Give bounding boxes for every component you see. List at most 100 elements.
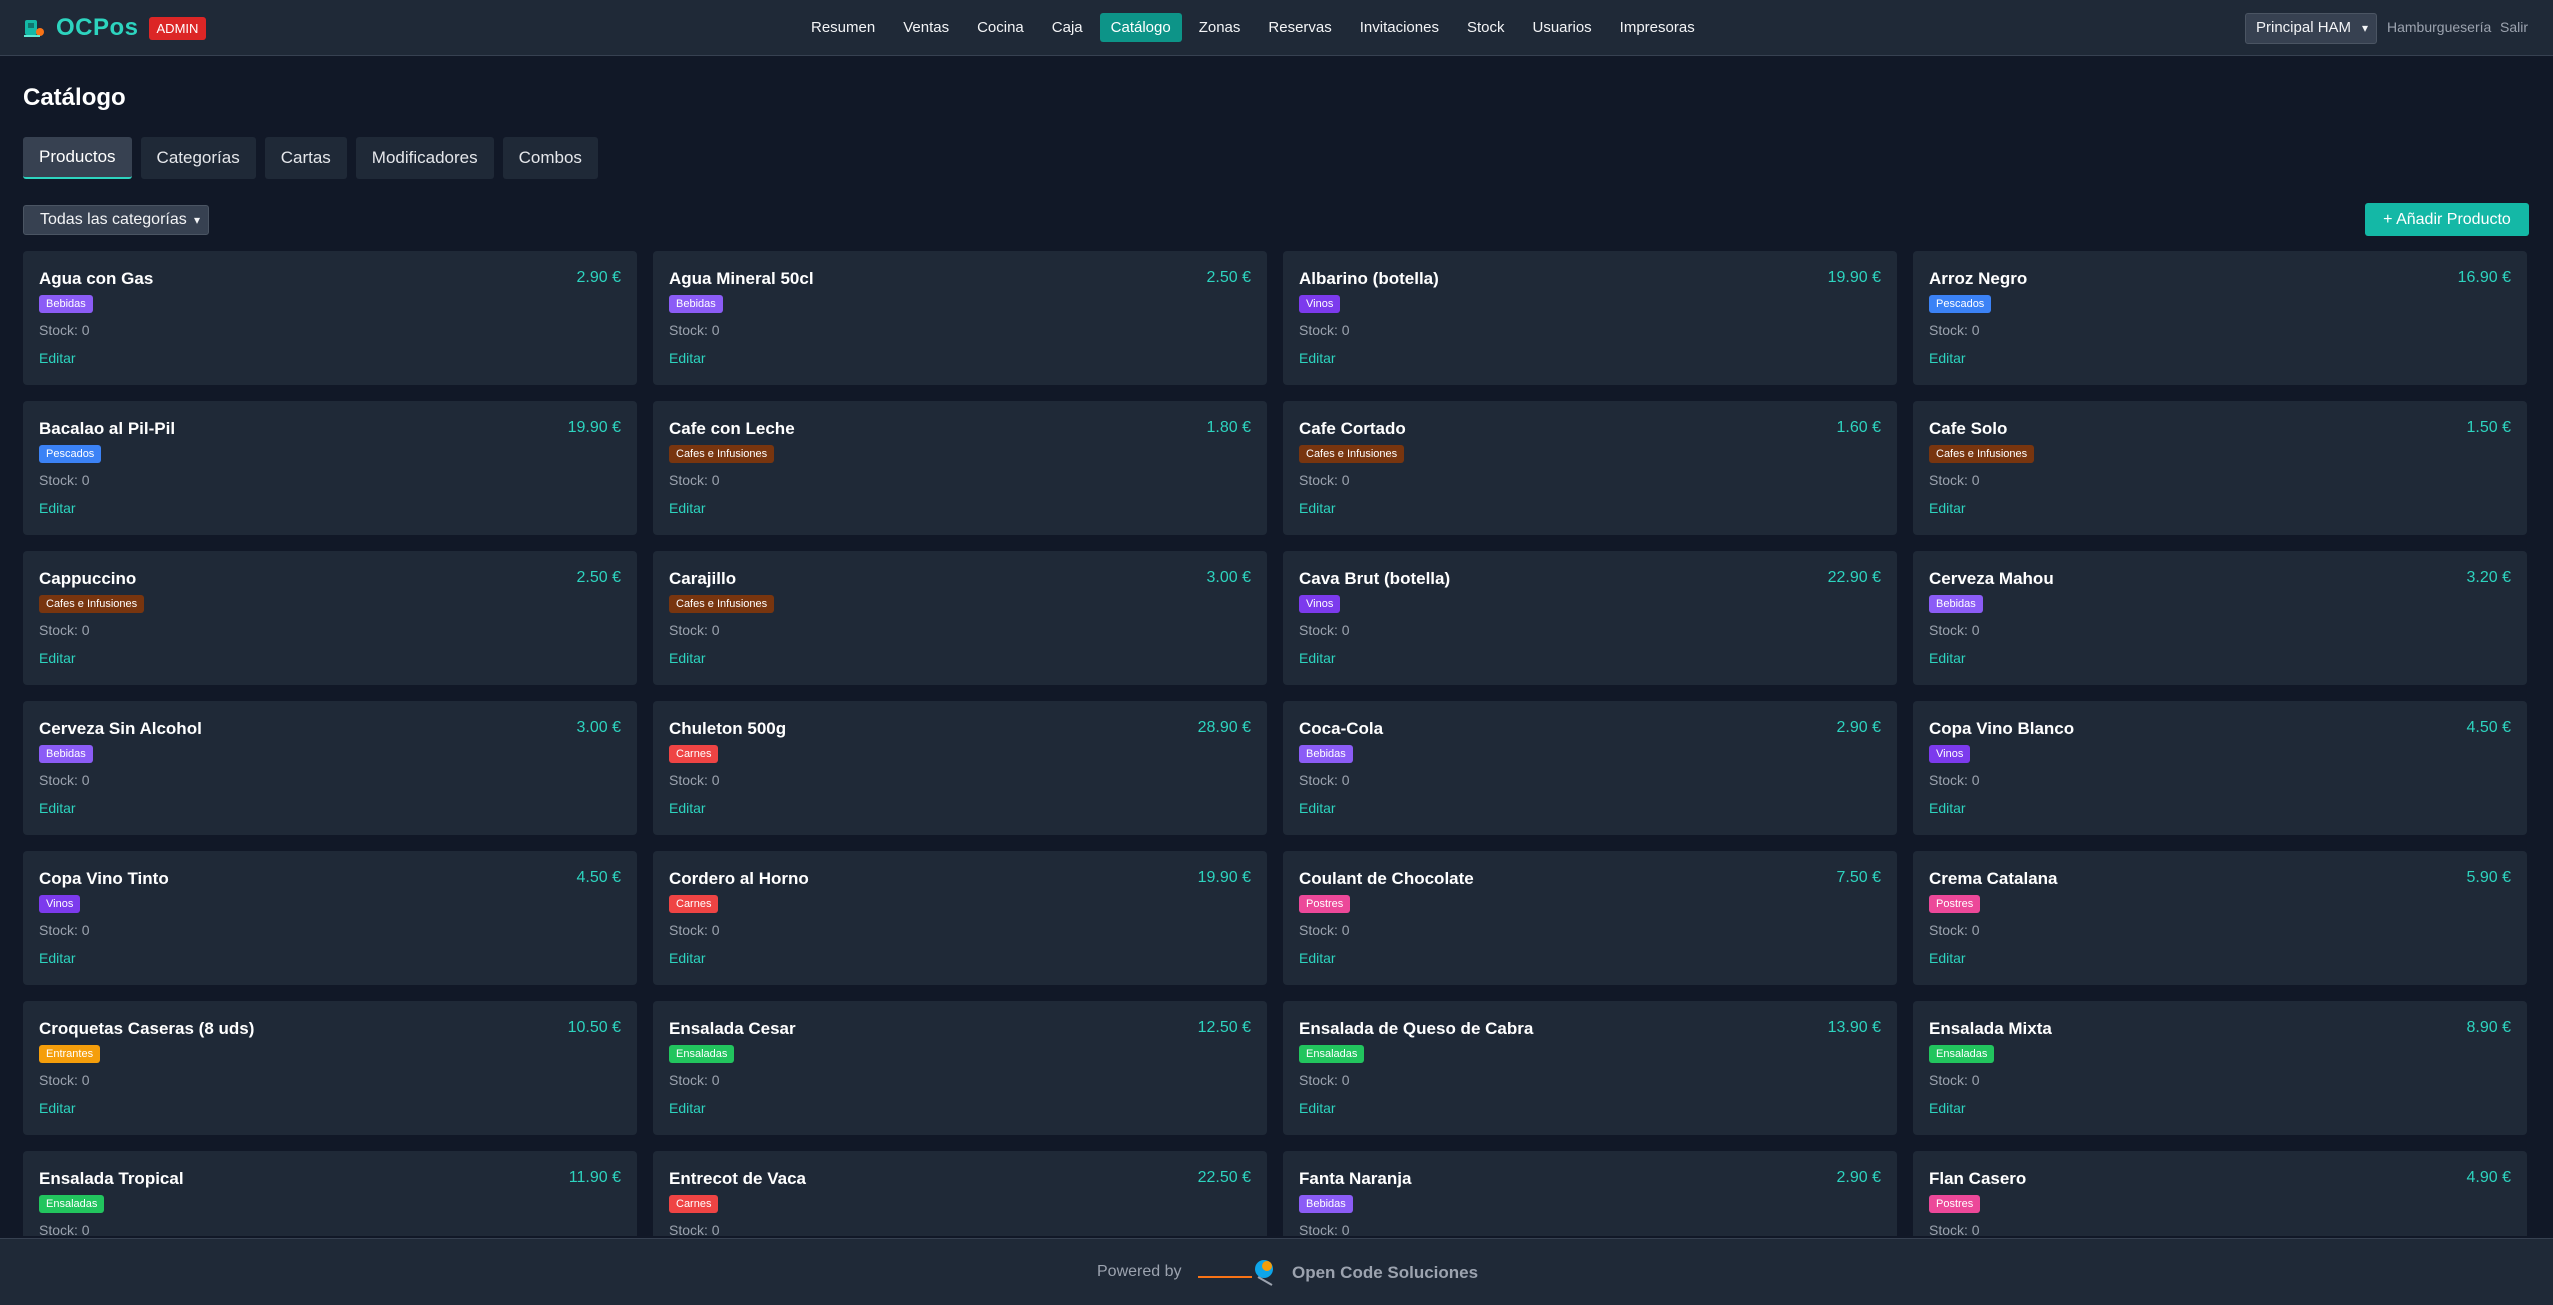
product-name: Cafe Solo: [1929, 419, 2008, 438]
tab-combos[interactable]: Combos: [502, 137, 598, 179]
product-card: Crema Catalana 5.90 € Postres Stock: 0 Edita…: [1913, 851, 2527, 985]
nav-item-reservas[interactable]: Reservas: [1257, 13, 1342, 42]
logout-link[interactable]: Salir: [2500, 19, 2528, 35]
category-badge: Postres: [1929, 895, 1981, 913]
product-card: Cafe Solo 1.50 € Cafes e Infusiones Stock: …: [1913, 401, 2527, 535]
edit-product-link[interactable]: Editar: [1929, 800, 1966, 816]
product-name: Arroz Negro: [1929, 269, 2028, 288]
edit-product-link[interactable]: Editar: [1929, 950, 1966, 966]
edit-product-link[interactable]: Editar: [669, 350, 706, 366]
product-stock: Stock: 0: [1929, 472, 1980, 488]
product-price: 28.90 €: [1197, 719, 1251, 736]
category-filter-select[interactable]: Todas las categorías ▾: [23, 205, 209, 235]
edit-product-link[interactable]: Editar: [1299, 650, 1336, 666]
edit-product-link[interactable]: Editar: [1299, 950, 1336, 966]
category-badge: Pescados: [1929, 295, 1992, 313]
product-stock: Stock: 0: [1929, 322, 1980, 338]
business-type-label: Hamburguesería: [2387, 19, 2492, 35]
product-name: Flan Casero: [1929, 1169, 2027, 1188]
edit-product-link[interactable]: Editar: [1299, 500, 1336, 516]
edit-product-link[interactable]: Editar: [39, 500, 76, 516]
nav-item-resumen[interactable]: Resumen: [800, 13, 886, 42]
edit-product-link[interactable]: Editar: [1929, 500, 1966, 516]
product-stock: Stock: 0: [39, 472, 90, 488]
edit-product-link[interactable]: Editar: [669, 800, 706, 816]
product-price: 11.90 €: [568, 1169, 621, 1186]
product-card: Copa Vino Blanco 4.50 € Vinos Stock: 0 Edita…: [1913, 701, 2527, 835]
product-price: 2.90 €: [1836, 719, 1881, 736]
edit-product-link[interactable]: Editar: [669, 650, 706, 666]
category-badge: Bebidas: [669, 295, 723, 313]
edit-product-link[interactable]: Editar: [1299, 1100, 1336, 1116]
tab-productos[interactable]: Productos: [23, 137, 132, 179]
category-badge: Ensaladas: [39, 1195, 105, 1213]
product-stock: Stock: 0: [1299, 322, 1350, 338]
product-stock: Stock: 0: [1299, 472, 1350, 488]
edit-product-link[interactable]: Editar: [1299, 350, 1336, 366]
product-stock: Stock: 0: [1299, 1072, 1350, 1088]
nav-item-ventas[interactable]: Ventas: [892, 13, 960, 42]
product-price: 13.90 €: [1827, 1019, 1881, 1036]
product-card: Chuleton 500g 28.90 € Carnes Stock: 0 Editar: [653, 701, 1267, 835]
edit-product-link[interactable]: Editar: [39, 650, 76, 666]
product-card: Agua con Gas 2.90 € Bebidas Stock: 0 Editar: [23, 251, 637, 385]
brand-name: OCPos: [56, 14, 139, 41]
tab-cartas[interactable]: Cartas: [264, 137, 347, 179]
brand[interactable]: OCPos ADMIN: [22, 14, 207, 42]
product-card: Cafe con Leche 1.80 € Cafes e Infusiones St…: [653, 401, 1267, 535]
product-price: 3.20 €: [2466, 569, 2511, 586]
product-name: Fanta Naranja: [1299, 1169, 1412, 1188]
category-badge: Ensaladas: [669, 1045, 735, 1063]
tab-categorias[interactable]: Categorías: [140, 137, 256, 179]
product-name: Carajillo: [669, 569, 737, 588]
product-card: Cerveza Mahou 3.20 € Bebidas Stock: 0 Editar: [1913, 551, 2527, 685]
category-badge: Entrantes: [39, 1045, 101, 1063]
product-stock: Stock: 0: [39, 1072, 90, 1088]
product-price: 19.90 €: [567, 419, 621, 436]
pos-logo-icon: [22, 16, 46, 40]
product-name: Croquetas Caseras (8 uds): [39, 1019, 255, 1038]
product-price: 1.80 €: [1206, 419, 1251, 436]
product-name: Chuleton 500g: [669, 719, 787, 738]
edit-product-link[interactable]: Editar: [39, 950, 76, 966]
nav-item-stock[interactable]: Stock: [1456, 13, 1516, 42]
edit-product-link[interactable]: Editar: [1929, 1100, 1966, 1116]
product-price: 2.90 €: [1836, 1169, 1881, 1186]
category-badge: Vinos: [39, 895, 81, 913]
top-navbar: OCPos ADMIN Resumen Ventas Cocina Caja Catál…: [0, 0, 2553, 56]
product-card: Albarino (botella) 19.90 € Vinos Stock: 0 Ed…: [1283, 251, 1897, 385]
edit-product-link[interactable]: Editar: [669, 950, 706, 966]
edit-product-link[interactable]: Editar: [1929, 650, 1966, 666]
edit-product-link[interactable]: Editar: [669, 500, 706, 516]
product-price: 8.90 €: [2466, 1019, 2511, 1036]
category-badge: Carnes: [669, 745, 719, 763]
add-product-button[interactable]: + Añadir Producto: [2365, 203, 2529, 236]
edit-product-link[interactable]: Editar: [39, 350, 76, 366]
footer-powered-label: Powered by: [1097, 1263, 1182, 1280]
product-price: 2.90 €: [576, 269, 621, 286]
nav-item-invitaciones[interactable]: Invitaciones: [1349, 13, 1450, 42]
edit-product-link[interactable]: Editar: [669, 1100, 706, 1116]
category-badge: Cafes e Infusiones: [1929, 445, 2035, 463]
edit-product-link[interactable]: Editar: [1299, 800, 1336, 816]
branch-select[interactable]: Principal HAM ▾: [2245, 13, 2377, 44]
product-name: Cafe Cortado: [1299, 419, 1406, 438]
tab-modificadores[interactable]: Modificadores: [355, 137, 494, 179]
nav-item-catalogo[interactable]: Catálogo: [1099, 13, 1182, 42]
product-price: 2.50 €: [576, 569, 621, 586]
edit-product-link[interactable]: Editar: [39, 1100, 76, 1116]
nav-item-cocina[interactable]: Cocina: [966, 13, 1035, 42]
nav-item-zonas[interactable]: Zonas: [1188, 13, 1252, 42]
product-card: Fanta Naranja2.90 €BebidasStock: 0Editar: [1283, 1151, 1897, 1236]
edit-product-link[interactable]: Editar: [39, 800, 76, 816]
nav-item-usuarios[interactable]: Usuarios: [1521, 13, 1602, 42]
edit-product-link[interactable]: Editar: [1929, 350, 1966, 366]
nav-item-impresoras[interactable]: Impresoras: [1609, 13, 1706, 42]
product-card: Ensalada Mixta 8.90 € Ensaladas Stock: 0 Edi…: [1913, 1001, 2527, 1135]
page-title: Catálogo: [23, 84, 126, 111]
nav-item-caja[interactable]: Caja: [1041, 13, 1094, 42]
product-card: Coulant de Chocolate 7.50 € Postres Stock: …: [1283, 851, 1897, 985]
product-stock: Stock: 0: [669, 622, 720, 638]
product-name: Entrecot de Vaca: [669, 1169, 807, 1188]
product-name: Crema Catalana: [1929, 869, 2058, 888]
